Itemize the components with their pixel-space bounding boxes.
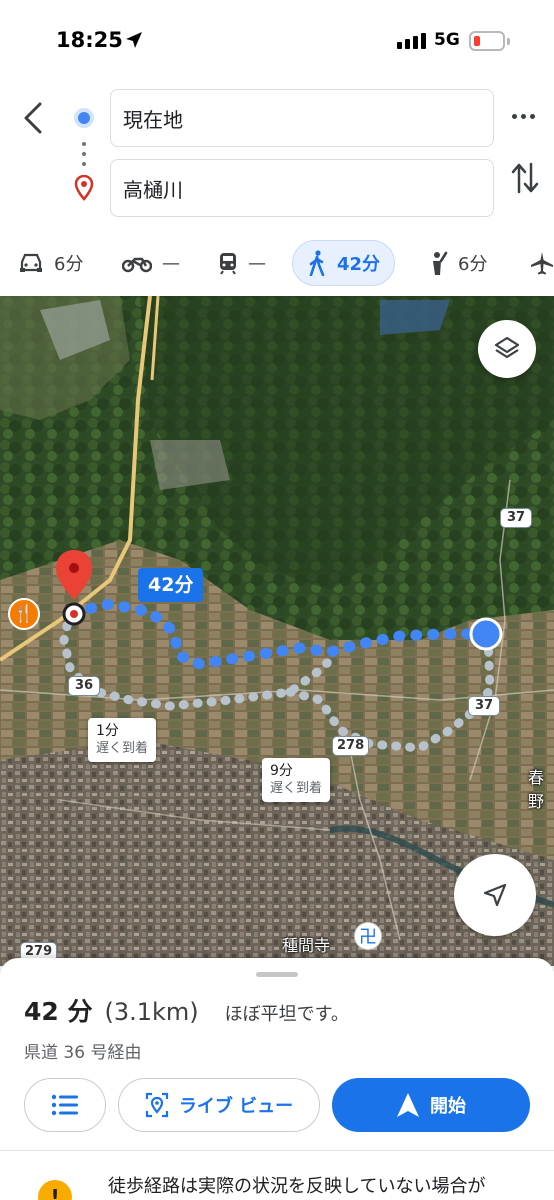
- car-icon: [20, 253, 42, 272]
- mode-car-time: 6分: [54, 254, 84, 275]
- start-navigation-button[interactable]: 開始: [332, 1078, 530, 1132]
- alt-route-bubble-2[interactable]: 9分 遅く到着: [262, 758, 331, 802]
- road-shield-37-south: 37: [468, 696, 500, 716]
- destination-field[interactable]: 高樋川: [110, 159, 494, 217]
- route-details-sheet[interactable]: 42 分 (3.1km) ほぼ平坦です。 県道 36 号経由 ライブ ビュー 開…: [0, 958, 554, 1200]
- back-arrow-icon[interactable]: [18, 100, 50, 136]
- mode-ride-hailing[interactable]: 6分: [426, 240, 487, 286]
- steps-list-button[interactable]: [24, 1078, 106, 1132]
- mode-transit[interactable]: —: [218, 240, 266, 286]
- walk-icon: [309, 250, 325, 276]
- live-view-label: ライブ ビュー: [178, 1096, 294, 1117]
- ride-hailing-icon: [433, 251, 448, 275]
- route-via: 県道 36 号経由: [24, 1043, 142, 1063]
- destination-pin-icon: [74, 175, 94, 201]
- road-shield-37-north: 37: [500, 508, 532, 528]
- location-services-icon: [126, 32, 142, 48]
- temple-icon[interactable]: 卍: [354, 922, 382, 950]
- route-distance: (3.1km): [104, 998, 199, 1026]
- start-label: 開始: [430, 1096, 466, 1117]
- swap-direction-icon[interactable]: [510, 160, 540, 196]
- route-connector-dots: [82, 142, 86, 166]
- mode-motorcycle-time: —: [162, 252, 180, 274]
- alt-route-1-note: 遅く到着: [96, 741, 149, 756]
- status-bar: 18:25 5G: [0, 0, 554, 84]
- road-shield-278: 278: [332, 736, 370, 756]
- cellular-signal-icon: [397, 33, 426, 49]
- restaurant-icon[interactable]: 🍴: [8, 598, 40, 630]
- map-layers-button[interactable]: [478, 320, 536, 378]
- route-time-label[interactable]: 42分: [138, 568, 204, 602]
- mode-walk-time: 42分: [337, 254, 381, 275]
- sheet-drag-handle[interactable]: [256, 972, 298, 977]
- train-icon: [220, 253, 236, 275]
- alt-route-2-note: 遅く到着: [270, 781, 323, 796]
- travel-mode-bar: 6分 — — 42分 6分: [0, 240, 554, 288]
- more-options-icon[interactable]: [512, 114, 535, 119]
- alt-route-bubble-1[interactable]: 1分 遅く到着: [88, 718, 157, 762]
- recenter-button[interactable]: [454, 854, 536, 936]
- status-time: 18:25: [56, 28, 123, 52]
- layers-icon: [494, 336, 520, 359]
- live-view-button[interactable]: ライブ ビュー: [118, 1078, 320, 1132]
- mode-ride-time: 6分: [458, 254, 488, 275]
- origin-field[interactable]: 現在地: [110, 89, 494, 147]
- route-terrain: ほぼ平坦です。: [224, 1004, 349, 1025]
- mode-flight[interactable]: [530, 240, 554, 286]
- battery-icon: [469, 31, 505, 51]
- airplane-icon: [531, 252, 553, 275]
- alt-route-1-time: 1分: [96, 723, 119, 739]
- list-icon: [51, 1094, 78, 1116]
- live-view-icon: [145, 1092, 168, 1118]
- navigation-arrow-icon: [483, 883, 507, 907]
- motorcycle-icon: [122, 257, 152, 273]
- route-summary: 42 分 (3.1km) ほぼ平坦です。: [24, 992, 349, 1028]
- route-duration: 42 分: [24, 997, 93, 1026]
- mode-walk[interactable]: 42分: [292, 240, 396, 286]
- warning-icon: !: [38, 1180, 72, 1200]
- walking-route-warning: 徒歩経路は実際の状況を反映していない場合が: [108, 1176, 486, 1197]
- battery-cap: [507, 38, 510, 45]
- navigation-icon: [397, 1093, 419, 1117]
- mode-motorcycle[interactable]: —: [122, 240, 180, 286]
- temple-label: 種間寺: [282, 936, 331, 955]
- origin-dot-icon: [74, 108, 94, 128]
- mode-car[interactable]: 6分: [18, 240, 83, 286]
- area-label: 春野: [528, 768, 545, 811]
- sheet-divider: [0, 1150, 554, 1151]
- road-shield-36: 36: [68, 676, 100, 696]
- mode-transit-time: —: [248, 252, 266, 274]
- alt-route-2-time: 9分: [270, 763, 293, 779]
- network-type: 5G: [434, 30, 460, 50]
